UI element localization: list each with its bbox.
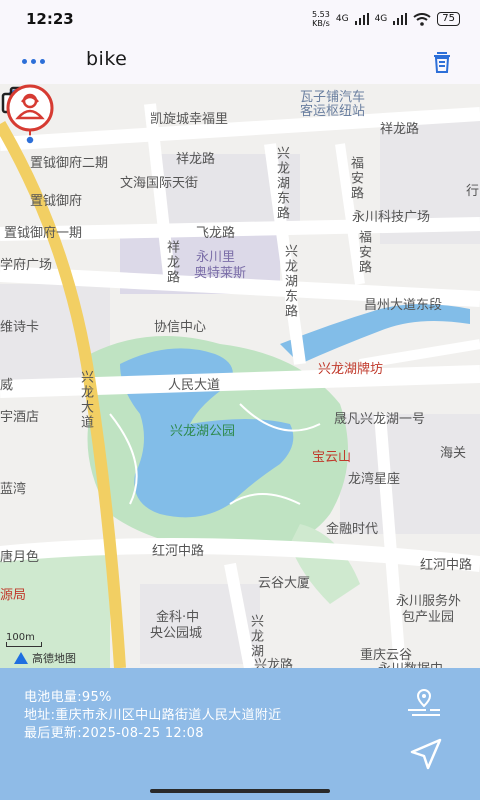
app-bar: bike [0,38,480,84]
map-label-zhiyue1: 置钺御府一期 [4,226,83,241]
page-title: bike [86,48,128,70]
map-label-yuanju: 源局 [0,588,27,603]
network-type-1: 4G [335,14,349,24]
map-logo-text: 高德地图 [32,652,76,665]
map-label-weishi: 维诗卡 [0,320,40,335]
map-label-zhiyue: 置钺御府 [30,194,83,209]
map-label-haiguan: 海关 [440,446,467,461]
status-time: 12:23 [26,10,74,28]
bike-info-panel: 电池电量:95% 地址:重庆市永川区中山路街道人民大道附近 最后更新:2025-… [0,668,480,800]
map-label-tangyue: 唐月色 [0,550,40,565]
map-label-lanwan: 蓝湾 [0,482,27,497]
map-label-yungu: 云谷大厦 [258,576,311,591]
map-label-wei: 威 [0,378,14,393]
map-label-shengfan: 晟凡兴龙湖一号 [334,412,426,427]
map-label-xinglonglu: 兴龙湖 [248,614,263,659]
map-label-kaixuan: 凯旋城幸福里 [150,112,229,127]
map-label-longwan: 龙湾星座 [348,472,401,487]
map-scale-bar [6,642,42,647]
map-label-aoteleisi: 奥特莱斯 [194,266,247,281]
map-label-xinglong4: 兴龙路 [254,658,294,668]
map-label-yungu3: 永川数据中 [378,658,443,668]
delete-icon[interactable] [432,50,452,74]
network-speed: 5.53 KB/s [312,10,330,28]
map-label-feilong: 飞龙路 [196,226,236,241]
more-icon[interactable] [22,56,46,66]
map-label-wawa2: 客运枢纽站 [300,104,366,119]
home-indicator[interactable] [150,789,330,793]
map-label-xinglonghudong: 兴龙湖东路 [274,146,289,221]
map-label-changzhou: 昌州大道东段 [364,298,443,313]
signal-icon-2 [393,13,408,25]
locate-bike-icon[interactable] [406,688,442,718]
map-base [0,103,480,668]
map-view[interactable]: 瓦子铺汽车 客运枢纽站 凯旋城幸福里 祥龙路 祥龙路 置钺御府二期 文海国际天街… [0,84,480,668]
battery-level-text: 电池电量:95% [24,690,112,705]
map-label-hang: 行 [466,184,480,199]
map-label-xianglong1: 祥龙路 [176,152,216,167]
map-label-honghe: 红河中路 [152,544,205,559]
status-indicators: 5.53 KB/s 4G 4G 75 [312,10,460,28]
map-label-fuwu2: 包产业园 [402,610,455,625]
map-label-honghe2: 红河中路 [420,558,473,573]
map-label-xuefu: 学府广场 [0,258,53,273]
wifi-icon [413,12,431,26]
map-label-keji: 永川科技广场 [352,210,431,225]
map-label-fuan: 福安路 [348,156,363,201]
address-text: 地址:重庆市永川区中山路街道人民大道附近 [24,708,282,723]
network-type-2: 4G [374,14,388,24]
battery-indicator: 75 [437,12,460,26]
map-label-xinglongdadao: 兴龙大道 [78,370,93,430]
map-label-xianglong2: 祥龙路 [380,122,420,137]
map-label-fuan2: 福安路 [356,230,371,275]
map-label-baoyun: 宝云山 [312,450,352,465]
signal-icon [354,13,369,25]
map-logo: 高德地图 [14,650,76,666]
map-label-xiexin: 协信中心 [154,320,207,335]
map-label-xianglong3: 祥龙路 [164,240,179,285]
last-updated-text: 最后更新:2025-08-25 12:08 [24,726,204,741]
map-label-zhiyue2: 置钺御府二期 [30,156,109,171]
map-label-jinke2: 央公园城 [150,626,203,641]
map-label-jiudian: 宇酒店 [0,410,40,425]
map-label-jinrong: 金融时代 [326,522,379,537]
map-label-renmin: 人民大道 [168,378,221,393]
amap-logo-icon [14,652,28,664]
bike-location-pin-icon[interactable] [0,84,60,144]
map-label-xinglonghudong2: 兴龙湖东路 [282,244,297,319]
map-label-park: 兴龙湖公园 [170,424,236,439]
map-label-paifang: 兴龙湖牌坊 [318,362,384,377]
status-bar: 12:23 5.53 KB/s 4G 4G 75 [0,0,480,38]
navigation-icon[interactable] [410,738,442,770]
map-label-wenhai: 文海国际天街 [120,176,199,191]
